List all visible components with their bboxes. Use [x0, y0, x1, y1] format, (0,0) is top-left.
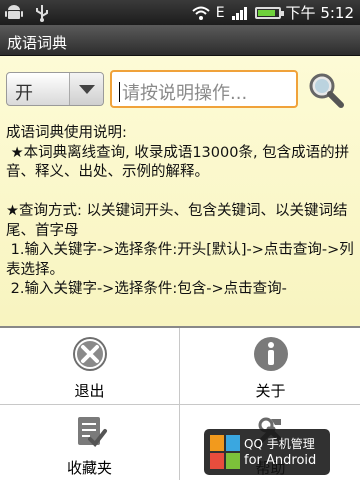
checklist-icon: [77, 417, 107, 448]
qq-manager-icon: [210, 435, 240, 469]
search-placeholder: 请按说明操作...: [122, 83, 248, 104]
instruction-line: 2.输入关键字->选择条件:包含->点击查询-: [6, 281, 287, 297]
menu-divider: [179, 328, 180, 480]
instruction-line: 1.输入关键字->选择条件:开头[默认]->点击查询->列表选择。: [6, 242, 354, 278]
toast-line2: for Android: [244, 453, 317, 468]
menu-divider: [0, 404, 360, 405]
menu-item-about[interactable]: 关于: [181, 328, 360, 404]
instruction-line: [6, 183, 356, 203]
text-cursor: [119, 82, 120, 102]
instruction-line: 成语词典使用说明:: [6, 125, 127, 141]
instruction-line: ★本词典离线查询, 收录成语13000条, 包含成语的拼音、释义、出处、示例的解…: [6, 144, 350, 181]
menu-item-exit[interactable]: 退出: [0, 328, 179, 404]
search-input[interactable]: 请按说明操作...: [110, 70, 298, 108]
instructions-text: 成语词典使用说明: ★本词典离线查询, 收录成语13000条, 包含成语的拼音、…: [6, 124, 356, 300]
menu-item-favorites[interactable]: 收藏夹: [0, 405, 179, 480]
android-icon: [4, 3, 24, 23]
edge-icon: E: [215, 4, 225, 21]
instruction-line: ★查询方式: 以关键词开头、包含关键词、以关键词结尾、首字母: [6, 203, 348, 239]
search-button[interactable]: [306, 70, 346, 110]
wifi-icon: [191, 3, 211, 23]
mode-spinner[interactable]: 开: [6, 72, 104, 106]
close-circle-icon: [72, 337, 107, 371]
menu-item-label: 关于: [255, 382, 286, 400]
usb-icon: [32, 3, 52, 23]
search-icon: [309, 73, 344, 108]
qq-manager-toast: QQ 手机管理 for Android: [204, 429, 330, 475]
menu-item-label: 退出: [74, 382, 105, 400]
chevron-down-icon[interactable]: [69, 73, 103, 105]
toast-line1: QQ 手机管理: [244, 437, 315, 451]
menu-item-label: 收藏夹: [66, 459, 112, 477]
mode-spinner-value: 开: [15, 83, 33, 104]
signal-icon: [230, 3, 250, 23]
app-title: 成语词典: [0, 25, 360, 56]
info-icon: [253, 337, 288, 371]
battery-icon: [254, 6, 284, 19]
search-row: 开 请按说明操作...: [0, 56, 360, 120]
clock: 下午 5:12: [285, 4, 354, 22]
status-bar: E 下午 5:12: [0, 0, 360, 25]
